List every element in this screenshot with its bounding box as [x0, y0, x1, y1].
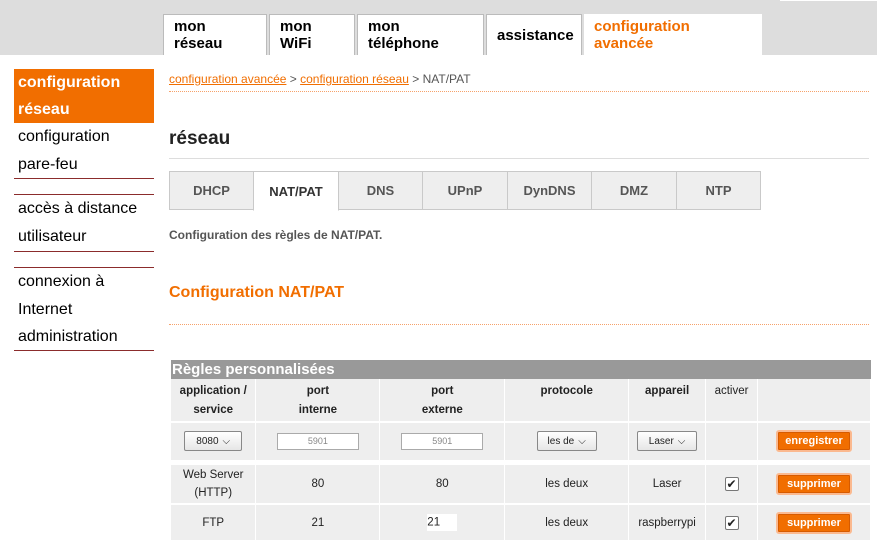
delete-button[interactable]: supprimer	[776, 472, 852, 495]
table-row: FTP 21 21 les deux raspberrypi ✔ supprim…	[171, 503, 871, 540]
nav-tab-mon-telephone[interactable]: mon téléphone	[357, 14, 484, 55]
breadcrumb-separator: >	[289, 72, 297, 86]
tab-dhcp[interactable]: DHCP	[169, 171, 254, 210]
tab-ntp[interactable]: NTP	[676, 171, 761, 210]
table-title: Règles personnalisées	[171, 360, 871, 379]
tab-nat-pat[interactable]: NAT/PAT	[253, 171, 339, 211]
application-select[interactable]: 8080 ⌵	[184, 431, 243, 452]
nav-tab-mon-reseau[interactable]: mon réseau	[163, 14, 267, 55]
breadcrumb-current: NAT/PAT	[422, 72, 471, 86]
port-externe-input[interactable]: 5901	[401, 432, 484, 450]
activate-cell-empty	[705, 421, 759, 462]
col-header-protocole: protocole	[504, 379, 630, 422]
sub-tabs: DHCP NAT/PAT DNS UPnP DynDNS DMZ NTP	[169, 171, 761, 211]
port-interne-cell: 21	[255, 503, 381, 540]
new-rule-row: 8080 ⌵ 5901 5901 les de ⌵ Laser ⌵ enregistr…	[171, 421, 871, 462]
section-subtitle: Configuration NAT/PAT	[169, 284, 345, 301]
check-icon: ✔	[726, 515, 737, 530]
device-select[interactable]: Laser ⌵	[637, 431, 698, 452]
check-icon: ✔	[726, 476, 737, 491]
dotted-divider	[169, 91, 869, 92]
protocol-select[interactable]: les de ⌵	[536, 431, 597, 452]
col-header-activer: activer	[705, 379, 759, 422]
breadcrumb-link-configuration-reseau[interactable]: configuration réseau	[300, 72, 409, 86]
sidebar-divider	[14, 350, 154, 351]
col-header-application: application / service	[171, 379, 257, 422]
dotted-divider	[169, 324, 869, 325]
nav-tab-mon-wifi[interactable]: mon WiFi	[269, 14, 355, 55]
activate-checkbox[interactable]: ✔	[724, 515, 739, 530]
nav-tab-configuration-avancee[interactable]: configuration avancée	[584, 14, 762, 55]
tab-dmz[interactable]: DMZ	[591, 171, 677, 210]
nav-tab-assistance[interactable]: assistance	[486, 14, 582, 55]
breadcrumb-separator: >	[412, 72, 420, 86]
breadcrumb-link-configuration-avancee[interactable]: configuration avancée	[169, 72, 286, 86]
sidebar-item-acces-distance[interactable]: accès à distance utilisateur	[14, 195, 154, 251]
port-interne-cell: 80	[255, 459, 381, 504]
sidebar-item-administration[interactable]: administration	[14, 323, 154, 350]
port-externe-cell: 80	[379, 459, 506, 504]
sidebar-item-configuration-reseau[interactable]: configuration réseau	[14, 69, 154, 123]
tab-dns[interactable]: DNS	[338, 171, 423, 210]
top-nav: mon réseau mon WiFi mon téléphone assist…	[163, 14, 764, 55]
rules-table: Règles personnalisées application / servi…	[171, 360, 871, 540]
device-cell: Laser	[628, 459, 707, 504]
port-interne-input[interactable]: 5901	[276, 432, 359, 450]
tab-dyndns[interactable]: DynDNS	[507, 171, 592, 210]
chevron-down-icon: ⌵	[578, 435, 586, 447]
tab-upnp[interactable]: UPnP	[422, 171, 508, 210]
page-description: Configuration des règles de NAT/PAT.	[169, 228, 383, 242]
col-header-appareil: appareil	[628, 379, 707, 422]
save-button[interactable]: enregistrer	[776, 430, 852, 453]
device-cell: raspberrypi	[628, 503, 707, 540]
service-cell: Web Server (HTTP)	[171, 459, 257, 504]
chevron-down-icon: ⌵	[222, 435, 231, 447]
title-divider	[169, 158, 869, 159]
sidebar: configuration réseau configuration pare-…	[14, 69, 154, 351]
sidebar-item-configuration-pare-feu[interactable]: configuration pare-feu	[14, 123, 154, 178]
col-header-actions	[757, 379, 871, 422]
table-row: Web Server (HTTP) 80 80 les deux Laser ✔ …	[171, 459, 871, 504]
activate-checkbox[interactable]: ✔	[724, 476, 739, 491]
port-externe-field[interactable]: 21	[427, 514, 458, 531]
col-header-port-externe: port externe	[379, 379, 506, 422]
breadcrumb: configuration avancée > configuration ré…	[169, 72, 471, 86]
page-title: réseau	[169, 128, 231, 149]
delete-button[interactable]: supprimer	[776, 511, 852, 534]
protocol-cell: les deux	[504, 459, 630, 504]
col-header-port-interne: port interne	[255, 379, 381, 422]
protocol-cell: les deux	[504, 503, 630, 540]
chevron-down-icon: ⌵	[677, 435, 686, 447]
service-cell: FTP	[171, 503, 257, 540]
sidebar-item-connexion-internet[interactable]: connexion à Internet	[14, 268, 154, 323]
